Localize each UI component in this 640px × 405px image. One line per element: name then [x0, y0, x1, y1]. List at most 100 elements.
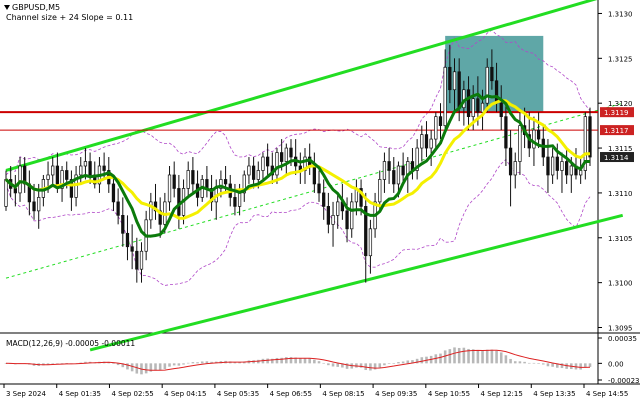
candle-body: [247, 165, 251, 176]
candle-body: [382, 161, 387, 180]
candle-body: [331, 215, 335, 225]
macd-histogram-bar: [588, 363, 592, 367]
macd-histogram-bar: [499, 352, 503, 364]
price-tick-label: 1.3125: [608, 55, 633, 63]
candle-body: [443, 66, 447, 126]
candle-body: [172, 174, 176, 189]
macd-histogram-bar: [308, 358, 311, 364]
macd-histogram-bar: [457, 347, 461, 364]
price-tick-label: 1.3100: [608, 280, 633, 288]
time-tick-label: 4 Sep 02:55: [111, 390, 153, 398]
macd-histogram-bar: [420, 357, 424, 364]
candle-body: [37, 197, 41, 212]
candle-body: [4, 179, 8, 207]
candle-body: [111, 183, 116, 203]
time-tick-label: 4 Sep 05:35: [217, 390, 259, 398]
candle-body: [569, 165, 573, 176]
macd-histogram-bar: [397, 362, 400, 364]
time-tick-label: 4 Sep 12:15: [481, 390, 523, 398]
candle-body: [32, 201, 36, 212]
price-tick-label: 1.3105: [608, 235, 633, 243]
candle-body: [504, 116, 508, 149]
candle-body: [452, 71, 457, 91]
slow-moving-average: [4, 98, 591, 220]
candle-body: [256, 170, 260, 180]
candle-body: [579, 170, 583, 176]
candle-body: [476, 98, 480, 113]
candle-body: [434, 116, 438, 140]
macd-histogram-bar: [383, 363, 386, 366]
macd-histogram-bar: [378, 363, 382, 368]
candle-body: [368, 228, 373, 257]
macd-histogram-bar: [130, 363, 134, 372]
candle-body: [135, 250, 139, 270]
macd-histogram-bar: [369, 363, 372, 371]
macd-histogram-bar: [532, 362, 536, 364]
candle-body: [565, 161, 569, 176]
candle-body: [83, 161, 88, 167]
macd-histogram-bar: [439, 353, 442, 364]
candle-body: [560, 161, 564, 171]
candle-body: [550, 156, 555, 176]
macd-histogram-bar: [392, 363, 396, 364]
candle-body: [280, 152, 284, 162]
macd-histogram-bar: [158, 363, 162, 371]
candle-body: [378, 179, 382, 203]
macd-histogram-bar: [313, 359, 316, 364]
macd-tick-label: 0.00: [608, 360, 624, 368]
macd-histogram-bar: [182, 363, 185, 365]
time-tick-label: 4 Sep 06:55: [270, 390, 312, 398]
macd-histogram-bar: [168, 363, 171, 367]
candle-body: [275, 152, 279, 176]
candle-body: [392, 170, 396, 185]
candle-body: [555, 156, 559, 171]
time-tick-label: 4 Sep 13:35: [533, 390, 575, 398]
candle-body: [233, 197, 237, 207]
macd-histogram-bar: [518, 361, 522, 364]
macd-histogram-bar: [504, 355, 508, 364]
candle-body: [322, 192, 326, 207]
candle-body: [457, 71, 461, 109]
macd-histogram-bar: [186, 362, 190, 364]
candle-body: [508, 147, 513, 176]
macd-histogram-bar: [200, 361, 204, 364]
macd-histogram-bar: [51, 363, 55, 364]
macd-histogram-bar: [191, 362, 195, 364]
macd-histogram-bar: [336, 363, 339, 367]
macd-histogram-bar: [546, 363, 550, 367]
macd-histogram-bar: [560, 363, 564, 369]
macd-histogram-bar: [485, 349, 489, 364]
channel-lower-line: [89, 213, 624, 352]
macd-layer: [4, 347, 592, 375]
candle-body: [546, 156, 550, 176]
candle-body: [88, 161, 92, 176]
price-tick-label: 1.3120: [608, 100, 633, 108]
candle-body: [448, 66, 452, 91]
symbol-title: GBPUSD,M5: [12, 3, 61, 12]
time-tick-label: 4 Sep 14:55: [586, 390, 628, 398]
time-tick-label: 4 Sep 10:55: [428, 390, 470, 398]
macd-histogram-bar: [112, 363, 115, 364]
macd-histogram-bar: [154, 363, 157, 371]
time-tick-label: 4 Sep 09:35: [375, 390, 417, 398]
macd-histogram-bar: [448, 349, 452, 364]
candle-body: [401, 165, 405, 176]
candle-body: [65, 170, 69, 180]
candle-body: [438, 116, 443, 126]
macd-histogram-bar: [317, 361, 321, 364]
macd-histogram-bar: [144, 363, 148, 374]
macd-histogram-bar: [551, 363, 554, 367]
candle-body: [177, 188, 181, 216]
macd-histogram-bar: [579, 363, 582, 370]
symbol-dropdown-icon[interactable]: [4, 5, 10, 10]
candle-body: [326, 206, 331, 225]
macd-histogram-bar: [303, 358, 307, 364]
candle-body: [588, 116, 592, 158]
candle-body: [251, 165, 256, 180]
macd-histogram-bar: [509, 358, 512, 364]
macd-tick-label: -0.00023: [608, 377, 639, 385]
macd-histogram-bar: [331, 363, 335, 367]
candle-body: [471, 98, 475, 117]
candle-body: [350, 201, 354, 230]
candle-body: [265, 156, 270, 167]
